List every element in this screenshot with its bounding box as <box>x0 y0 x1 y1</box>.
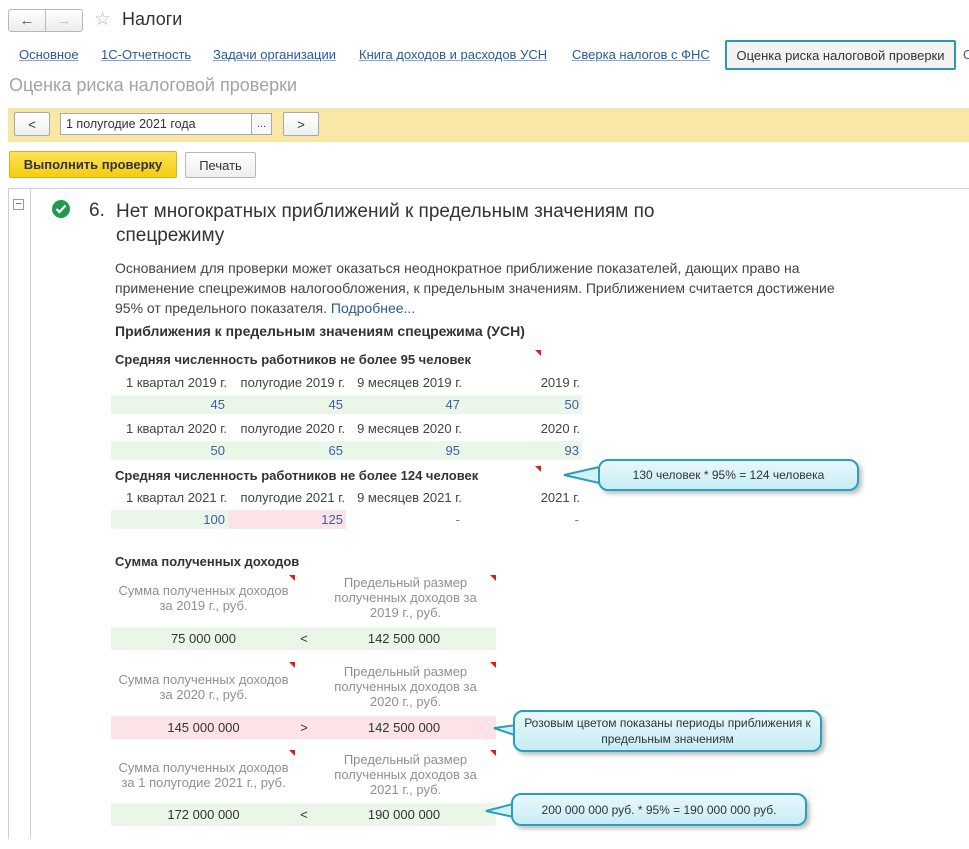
section-number: 6. <box>89 200 105 221</box>
tab-risk-assessment[interactable]: Оценка риска налоговой проверки <box>725 40 956 70</box>
employee-value: 125 <box>228 510 346 529</box>
period-label: 2019 г. <box>540 375 580 390</box>
income-label: Сумма полученных доходов за 2020 г., руб… <box>118 672 289 702</box>
income-row: 172 000 000 < 190 000 000 <box>111 803 496 826</box>
comparison-sign: < <box>300 807 308 822</box>
star-icon[interactable]: ☆ <box>94 8 111 31</box>
arrow-right-icon: → <box>56 12 72 29</box>
employee-value: 45 <box>228 395 346 414</box>
income-title: Сумма полученных доходов <box>115 554 300 569</box>
period-label: 1 квартал 2021 г. <box>126 490 227 505</box>
forward-button[interactable]: → <box>45 9 83 32</box>
comparison-sign: > <box>300 720 308 735</box>
income-label: Сумма полученных доходов за 1 полугодие … <box>118 760 289 790</box>
section-subheader: Приближения к предельным значениям спецр… <box>115 323 525 339</box>
prev-period-button[interactable]: < <box>14 112 50 136</box>
page-title: Оценка риска налоговой проверки <box>9 75 298 95</box>
tab-main[interactable]: Основное <box>19 47 79 62</box>
flag-icon <box>535 350 541 356</box>
income-limit: 142 500 000 <box>367 631 441 646</box>
callout-employees: 130 человек * 95% = 124 человека <box>598 459 859 491</box>
flag-icon <box>535 466 541 472</box>
tree-line <box>8 189 9 839</box>
employee-value: 45 <box>111 395 228 414</box>
period-label: 9 месяцев 2020 г. <box>357 421 462 436</box>
collapse-toggle[interactable]: − <box>13 199 24 210</box>
comparison-sign: < <box>300 631 308 646</box>
flag-icon <box>289 575 295 581</box>
employee-value: 65 <box>228 441 346 460</box>
section-description: Основанием для проверки может оказаться … <box>115 258 850 318</box>
flag-icon <box>490 575 496 581</box>
period-label: полугодие 2019 г. <box>240 375 345 390</box>
tab-more[interactable]: С <box>963 47 969 62</box>
period-label: 1 квартал 2020 г. <box>126 421 227 436</box>
period-label: полугодие 2021 г. <box>240 490 345 505</box>
income-limit-label: Предельный размер полученных доходов за … <box>334 664 477 709</box>
tab-org-tasks[interactable]: Задачи организации <box>213 47 336 62</box>
employee-value: 95 <box>346 441 463 460</box>
period-label: 9 месяцев 2019 г. <box>357 375 462 390</box>
period-label: полугодие 2020 г. <box>240 421 345 436</box>
income-limit-label: Предельный размер полученных доходов за … <box>334 575 477 620</box>
check-circle-icon <box>52 200 70 218</box>
window-title: Налоги <box>122 9 183 29</box>
tab-1c-reporting[interactable]: 1С-Отчетность <box>101 47 191 62</box>
income-value: 145 000 000 <box>167 720 240 735</box>
more-link[interactable]: Подробнее... <box>331 300 415 316</box>
group-title-employees-124: Средняя численность работников не более … <box>115 468 479 483</box>
employee-value: 50 <box>111 441 228 460</box>
back-button[interactable]: ← <box>8 9 46 32</box>
income-limit-label: Предельный размер полученных доходов за … <box>334 752 477 797</box>
employee-value: 47 <box>346 395 463 414</box>
employee-value: 50 <box>463 395 582 414</box>
flag-icon <box>289 750 295 756</box>
employee-value: - <box>574 512 579 527</box>
tree-line <box>30 189 31 839</box>
period-label: 1 квартал 2019 г. <box>126 375 227 390</box>
divider <box>8 188 969 189</box>
income-row: 145 000 000 > 142 500 000 <box>111 716 496 739</box>
section-title: Нет многократных приближений к предельны… <box>116 201 655 246</box>
callout-income: 200 000 000 руб. * 95% = 190 000 000 руб… <box>511 793 807 826</box>
income-limit: 190 000 000 <box>367 807 441 822</box>
tab-tax-reconciliation[interactable]: Сверка налогов с ФНС <box>572 47 710 62</box>
period-label: 2020 г. <box>540 421 580 436</box>
employee-value: 100 <box>111 510 228 529</box>
income-row: 75 000 000 < 142 500 000 <box>111 627 496 650</box>
employee-value: - <box>455 512 460 527</box>
arrow-left-icon: ← <box>19 12 35 29</box>
income-value: 75 000 000 <box>170 631 237 646</box>
group-title-employees-95: Средняя численность работников не более … <box>115 352 472 367</box>
callout-pink-legend: Розовым цветом показаны периоды приближе… <box>513 710 822 752</box>
income-value: 172 000 000 <box>167 807 240 822</box>
income-limit: 142 500 000 <box>367 720 441 735</box>
flag-icon <box>289 662 295 668</box>
print-button[interactable]: Печать <box>185 152 256 178</box>
period-label: 9 месяцев 2021 г. <box>357 490 462 505</box>
period-input[interactable]: 1 полугодие 2021 года <box>60 113 252 135</box>
period-select-button[interactable]: ... <box>251 113 272 135</box>
flag-icon <box>490 662 496 668</box>
tab-income-book[interactable]: Книга доходов и расходов УСН <box>359 47 547 62</box>
run-check-button[interactable]: Выполнить проверку <box>9 151 177 178</box>
income-label: Сумма полученных доходов за 2019 г., руб… <box>118 583 289 613</box>
next-period-button[interactable]: > <box>283 112 319 136</box>
description-text: Основанием для проверки может оказаться … <box>115 260 835 316</box>
